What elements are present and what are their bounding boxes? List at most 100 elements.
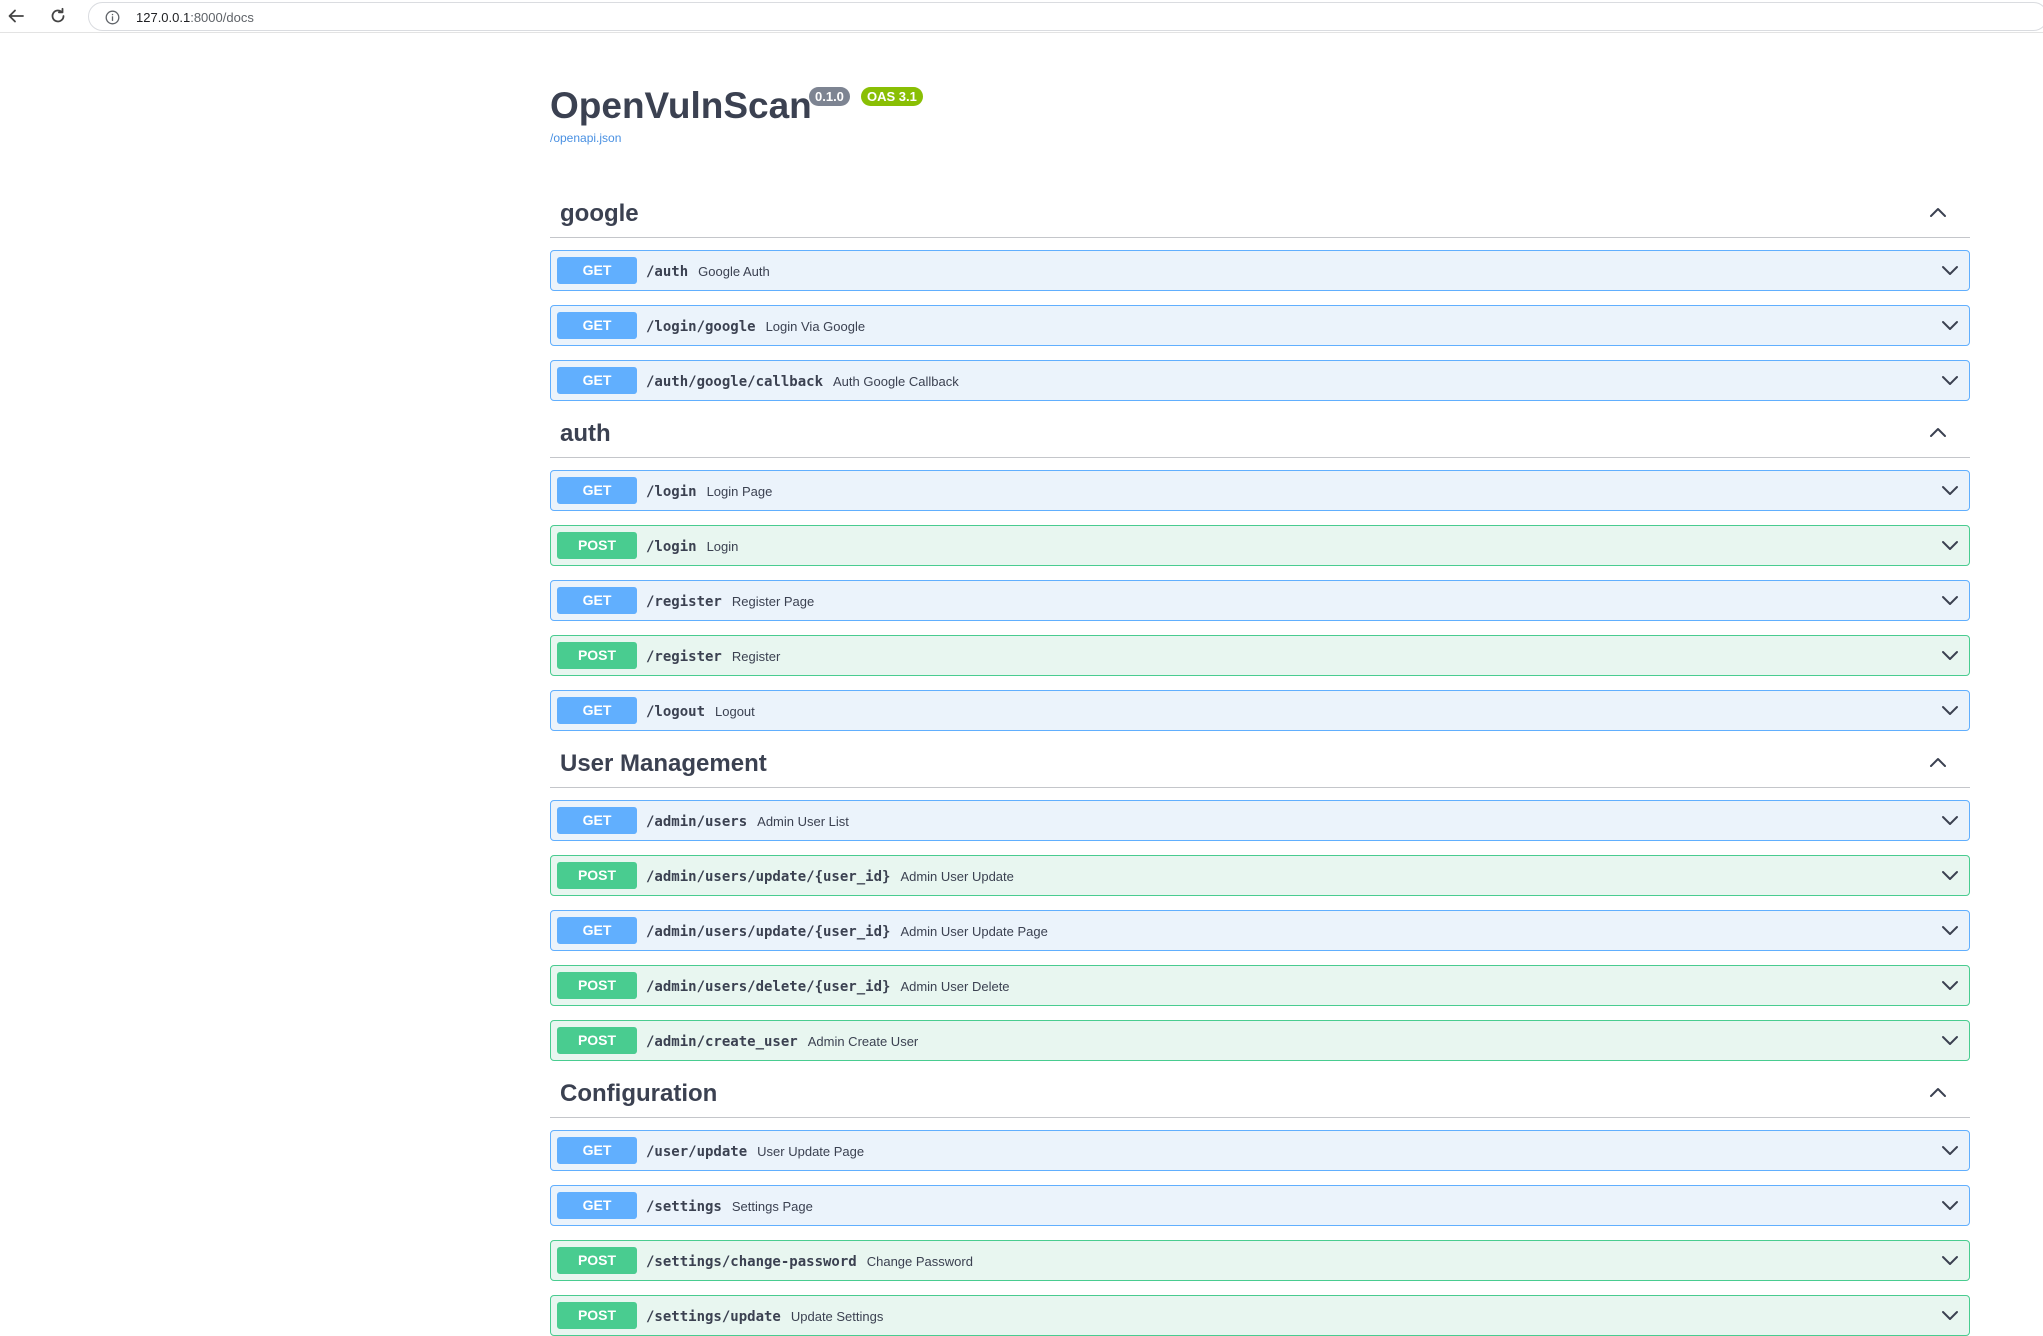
url-host: 127.0.0.1 [136,10,191,25]
chevron-down-icon[interactable] [1941,482,1959,498]
chevron-up-icon[interactable] [1928,424,1948,440]
tag-title[interactable]: Configuration [560,1080,717,1108]
operation-row[interactable]: GET/admin/users Admin User List [550,800,1970,841]
method-badge-get: GET [557,697,637,724]
chevron-down-icon[interactable] [1941,317,1959,333]
operation-path: /logout [646,704,706,720]
chevron-down-icon[interactable] [1941,1307,1959,1323]
chevron-up-icon[interactable] [1928,1084,1948,1100]
operation-path-wrapper: /admin/users/update/{user_id} Admin User … [646,923,1048,941]
operation-summary: Change Password [866,1254,973,1269]
operation-row[interactable]: POST/register Register [550,635,1970,676]
operation-summary: Login [706,539,739,554]
operation-path: /admin/users [646,814,748,830]
operation-row[interactable]: GET/login/google Login Via Google [550,305,1970,346]
operation-row[interactable]: POST/settings/update Update Settings [550,1295,1970,1336]
method-badge-post: POST [557,642,637,669]
operation-path: /auth/google/callback [646,374,824,390]
chevron-down-icon[interactable] [1941,1142,1959,1158]
operation-path-wrapper: /auth Google Auth [646,263,770,281]
tag-title[interactable]: auth [560,420,611,448]
version-badge: 0.1.0 [809,87,850,106]
address-bar[interactable]: 127.0.0.1:8000/docs [88,2,2043,31]
operation-path: /settings/change-password [646,1254,857,1270]
operation-path-wrapper: /settings/change-password Change Password [646,1253,973,1271]
operation-row[interactable]: GET/admin/users/update/{user_id} Admin Us… [550,910,1970,951]
operation-path: /settings [646,1199,722,1215]
chevron-down-icon[interactable] [1941,592,1959,608]
operation-summary: Register Page [731,594,815,609]
tag-section-auth[interactable]: auth [550,408,1970,458]
operation-row[interactable]: POST/admin/users/delete/{user_id} Admin U… [550,965,1970,1006]
operation-row[interactable]: GET/auth Google Auth [550,250,1970,291]
operation-summary: Google Auth [698,264,770,279]
operation-row[interactable]: GET/user/update User Update Page [550,1130,1970,1171]
chevron-down-icon[interactable] [1941,977,1959,993]
tag-section-configuration[interactable]: Configuration [550,1068,1970,1118]
operation-path: /login [646,539,697,555]
operation-summary: Settings Page [731,1199,813,1214]
chevron-down-icon[interactable] [1941,867,1959,883]
operation-row[interactable]: POST/login Login [550,525,1970,566]
chevron-up-icon[interactable] [1928,204,1948,220]
url-path: :8000/docs [190,10,254,25]
operation-path-wrapper: /login/google Login Via Google [646,318,865,336]
operation-row[interactable]: POST/admin/create_user Admin Create User [550,1020,1970,1061]
operation-path-wrapper: /login Login [646,538,738,556]
tag-title[interactable]: google [560,200,639,228]
chevron-down-icon[interactable] [1941,812,1959,828]
operation-path-wrapper: /settings Settings Page [646,1198,813,1216]
operation-summary: Admin Create User [807,1034,919,1049]
operation-summary: Admin User List [757,814,849,829]
chevron-down-icon[interactable] [1941,922,1959,938]
method-badge-get: GET [557,1137,637,1164]
site-info-icon[interactable] [105,10,120,25]
operation-path-wrapper: /admin/users Admin User List [646,813,849,831]
operation-path: /settings/update [646,1309,781,1325]
operation-row[interactable]: GET/login Login Page [550,470,1970,511]
method-badge-get: GET [557,1192,637,1219]
method-badge-post: POST [557,972,637,999]
operation-row[interactable]: GET/logout Logout [550,690,1970,731]
operation-path-wrapper: /auth/google/callback Auth Google Callbac… [646,373,959,391]
chevron-down-icon[interactable] [1941,1197,1959,1213]
operation-row[interactable]: POST/admin/users/update/{user_id} Admin U… [550,855,1970,896]
operation-path: /register [646,594,722,610]
operation-path: /admin/users/update/{user_id} [646,869,891,885]
operation-path: /login [646,484,697,500]
reload-icon[interactable] [46,4,70,28]
chevron-down-icon[interactable] [1941,262,1959,278]
operation-row[interactable]: GET/settings Settings Page [550,1185,1970,1226]
back-arrow-icon[interactable] [4,4,28,28]
operation-summary: Register [731,649,781,664]
operation-row[interactable]: POST/settings/change-password Change Pass… [550,1240,1970,1281]
operation-path-wrapper: /user/update User Update Page [646,1143,864,1161]
oas-badge: OAS 3.1 [861,87,923,106]
chevron-down-icon[interactable] [1941,702,1959,718]
operation-summary: Login Via Google [765,319,866,334]
chevron-down-icon[interactable] [1941,647,1959,663]
tag-section-user-management[interactable]: User Management [550,738,1970,788]
tag-title[interactable]: User Management [560,750,767,778]
openapi-json-link[interactable]: /openapi.json [550,131,621,145]
operation-summary: Login Page [706,484,773,499]
chevron-down-icon[interactable] [1941,1032,1959,1048]
chevron-down-icon[interactable] [1941,537,1959,553]
operation-path: /login/google [646,319,756,335]
operation-path: /user/update [646,1144,748,1160]
chevron-down-icon[interactable] [1941,372,1959,388]
chevron-down-icon[interactable] [1941,1252,1959,1268]
method-badge-post: POST [557,1247,637,1274]
operation-path-wrapper: /admin/users/delete/{user_id} Admin User … [646,978,1010,996]
method-badge-get: GET [557,807,637,834]
url-text: 127.0.0.1:8000/docs [136,10,254,25]
operation-row[interactable]: GET/register Register Page [550,580,1970,621]
method-badge-post: POST [557,1302,637,1329]
method-badge-get: GET [557,477,637,504]
tag-section-google[interactable]: google [550,188,1970,238]
operation-summary: Admin User Delete [900,979,1010,994]
operation-row[interactable]: GET/auth/google/callback Auth Google Call… [550,360,1970,401]
api-title: OpenVulnScan [550,85,812,126]
chevron-up-icon[interactable] [1928,754,1948,770]
operation-summary: User Update Page [757,1144,865,1159]
